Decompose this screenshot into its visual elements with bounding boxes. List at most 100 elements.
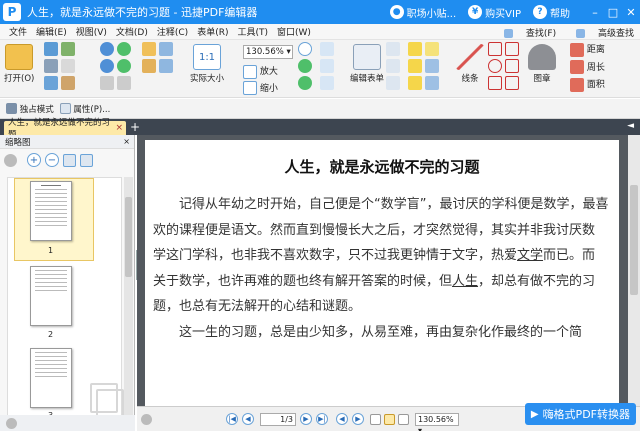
menu-file[interactable]: 文件 bbox=[9, 25, 27, 38]
menu-window[interactable]: 窗口(W) bbox=[277, 25, 311, 38]
cut-icon[interactable] bbox=[100, 76, 114, 90]
maximize-icon[interactable]: □ bbox=[604, 6, 622, 19]
rotate-right-icon[interactable] bbox=[298, 76, 312, 90]
text-segment: 而已。而 bbox=[543, 248, 596, 264]
menu-comment[interactable]: 注释(C) bbox=[157, 25, 188, 38]
rectangle-icon[interactable] bbox=[488, 76, 502, 90]
page-icon[interactable] bbox=[320, 42, 334, 56]
last-page-icon[interactable]: ▶| bbox=[316, 413, 328, 425]
ellipse-icon[interactable] bbox=[488, 59, 502, 73]
zoom-buttons: 放大 缩小 bbox=[243, 64, 278, 95]
page-width-icon[interactable] bbox=[320, 76, 334, 90]
save-icon[interactable] bbox=[44, 42, 58, 56]
menu-document[interactable]: 文档(D) bbox=[116, 25, 148, 38]
menu-edit[interactable]: 编辑(E) bbox=[36, 25, 67, 38]
snapshot-icon[interactable] bbox=[158, 42, 173, 56]
history-back-icon[interactable]: ◀ bbox=[336, 413, 348, 425]
sound-icon[interactable] bbox=[424, 76, 439, 90]
forward-icon[interactable] bbox=[116, 59, 131, 73]
checkbox-field-icon[interactable] bbox=[386, 59, 400, 73]
select-icon[interactable] bbox=[142, 59, 156, 73]
menu-view[interactable]: 视图(V) bbox=[76, 25, 107, 38]
user-menu[interactable]: ● 职场小贴... bbox=[389, 5, 456, 20]
rotate-left-icon[interactable] bbox=[298, 59, 312, 73]
hand-icon[interactable] bbox=[142, 42, 156, 56]
extract-page-icon[interactable] bbox=[80, 153, 93, 167]
facing-page-icon[interactable] bbox=[398, 413, 409, 425]
zoom-select[interactable]: 130.56% ▾ bbox=[243, 45, 293, 59]
polyline-icon[interactable] bbox=[504, 59, 519, 73]
text-select-icon[interactable] bbox=[158, 59, 173, 73]
cloud-icon[interactable] bbox=[504, 76, 519, 90]
polygon-icon[interactable] bbox=[504, 42, 519, 56]
first-page-icon[interactable]: |◀ bbox=[226, 413, 238, 425]
viewer-scrollbar[interactable] bbox=[628, 135, 640, 406]
thumb-zoom-in-icon[interactable]: + bbox=[27, 153, 41, 167]
history-forward-icon[interactable]: ▶ bbox=[352, 413, 364, 425]
thumbnail-page-1[interactable] bbox=[30, 181, 72, 241]
next-page-icon[interactable]: ▶ bbox=[300, 413, 312, 425]
undo-icon[interactable] bbox=[100, 42, 114, 56]
thumbnail-page-2[interactable] bbox=[30, 266, 72, 326]
thumbnail-page-3[interactable] bbox=[30, 348, 72, 408]
help-button[interactable]: ? 帮助 bbox=[533, 5, 570, 20]
thumb-zoom-out-icon[interactable]: − bbox=[45, 153, 59, 167]
sidebar-scrollbar[interactable] bbox=[124, 177, 133, 417]
single-page-icon[interactable] bbox=[370, 413, 381, 425]
tab-scroll-icon[interactable]: ◄ bbox=[627, 121, 634, 131]
text-segment: ，却总有做不完的习 bbox=[478, 273, 596, 289]
arrow-icon[interactable] bbox=[488, 42, 502, 56]
area-icon bbox=[570, 77, 584, 92]
typewriter-icon[interactable] bbox=[408, 42, 422, 56]
status-settings-icon[interactable] bbox=[141, 413, 152, 425]
minimize-icon[interactable]: – bbox=[586, 6, 604, 19]
properties-button[interactable]: 属性(P)... bbox=[59, 103, 110, 115]
back-icon[interactable] bbox=[116, 42, 131, 56]
stamp-button[interactable]: 图章 bbox=[528, 44, 556, 84]
redo-icon[interactable] bbox=[100, 59, 114, 73]
radio-field-icon[interactable] bbox=[386, 76, 400, 90]
page-number-input[interactable]: 1/3 bbox=[260, 412, 296, 426]
open-button[interactable]: 打开(O) bbox=[4, 44, 34, 84]
delete-icon[interactable] bbox=[116, 76, 131, 90]
close-icon[interactable]: ✕ bbox=[622, 6, 640, 19]
gear-icon[interactable] bbox=[4, 153, 17, 167]
textbox-icon[interactable] bbox=[408, 59, 422, 73]
zoom-out-button[interactable]: 缩小 bbox=[243, 81, 278, 95]
distance-button[interactable]: 距离 bbox=[570, 42, 605, 57]
new-tab-icon[interactable]: + bbox=[130, 120, 140, 134]
menu-form[interactable]: 表单(R) bbox=[197, 25, 228, 38]
paste-icon[interactable] bbox=[60, 76, 75, 90]
prev-page-icon[interactable]: ◀ bbox=[242, 413, 254, 425]
attach-icon[interactable] bbox=[424, 59, 439, 73]
copy-icon[interactable] bbox=[60, 59, 75, 73]
tab-document[interactable]: 人生，就是永远做不完的习题 × bbox=[4, 118, 126, 140]
note-icon[interactable] bbox=[424, 42, 439, 56]
insert-page-icon[interactable] bbox=[63, 153, 76, 167]
new-icon[interactable] bbox=[60, 42, 75, 56]
print-icon[interactable] bbox=[44, 59, 58, 73]
zoom-in-button[interactable]: 放大 bbox=[243, 64, 278, 79]
exclusive-mode-button[interactable]: 独占模式 bbox=[6, 103, 54, 115]
viewer-scroll-thumb[interactable] bbox=[630, 185, 638, 295]
lines-button[interactable]: 线条 bbox=[456, 44, 484, 84]
status-zoom-select[interactable]: 130.56% ▾ bbox=[415, 412, 459, 431]
magnify-icon[interactable] bbox=[298, 42, 312, 56]
sidebar-close-icon[interactable]: × bbox=[123, 137, 130, 146]
tab-close-icon[interactable]: × bbox=[115, 123, 123, 133]
sidebar-settings-icon[interactable] bbox=[6, 417, 17, 429]
menu-tools[interactable]: 工具(T) bbox=[237, 25, 268, 38]
edit-form-button[interactable]: 编辑表单 bbox=[350, 44, 384, 84]
vip-button[interactable]: ¥ 购买VIP bbox=[468, 5, 521, 20]
advanced-find-button[interactable]: 高级查找 bbox=[566, 26, 634, 39]
page-fit-icon[interactable] bbox=[320, 59, 334, 73]
text-field-icon[interactable] bbox=[386, 42, 400, 56]
actual-size-button[interactable]: 1:1 实际大小 bbox=[190, 44, 224, 84]
sidebar-scroll-thumb[interactable] bbox=[125, 197, 132, 277]
find-button[interactable]: 查找(F) bbox=[494, 26, 556, 39]
email-icon[interactable] bbox=[44, 76, 58, 90]
continuous-page-icon[interactable] bbox=[384, 413, 395, 425]
perimeter-button[interactable]: 周长 bbox=[570, 60, 605, 74]
area-button[interactable]: 面积 bbox=[570, 77, 605, 92]
callout-icon[interactable] bbox=[408, 76, 422, 90]
